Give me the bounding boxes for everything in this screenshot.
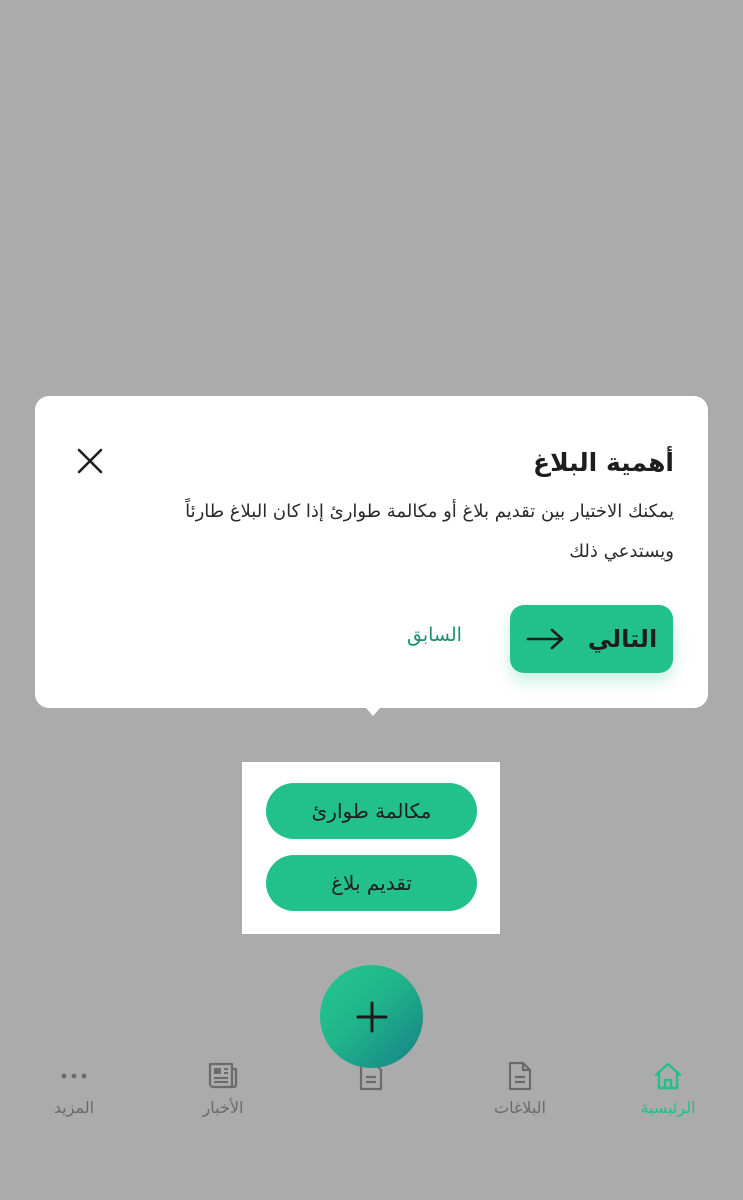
nav-item-reports[interactable]: البلاغات <box>465 1058 575 1117</box>
nav-label-more: المزيد <box>53 1098 95 1117</box>
plus-icon <box>356 1001 387 1032</box>
nav-item-more[interactable]: المزيد <box>19 1058 129 1117</box>
previous-link[interactable]: السابق <box>407 624 462 646</box>
close-button[interactable] <box>75 446 105 476</box>
nav-item-home[interactable]: الرئيسية <box>613 1058 723 1117</box>
tooltip-title: أهمية البلاغ <box>533 448 674 477</box>
add-fab-button[interactable] <box>320 965 423 1068</box>
nav-label-news: الأخبار <box>202 1098 244 1117</box>
news-icon <box>208 1062 238 1089</box>
emergency-call-button[interactable]: مكالمة طوارئ <box>266 783 477 839</box>
arrow-right-icon <box>526 628 564 650</box>
close-icon <box>77 448 103 474</box>
home-icon <box>654 1062 682 1090</box>
submit-report-button[interactable]: تقديم بلاغ <box>266 855 477 911</box>
tooltip-pointer <box>359 700 387 716</box>
next-button-label: التالي <box>587 625 658 653</box>
highlighted-actions: مكالمة طوارئ تقديم بلاغ <box>242 762 500 934</box>
tooltip-body: يمكنك الاختيار بين تقديم بلاغ أو مكالمة … <box>185 501 674 562</box>
nav-label-home: الرئيسية <box>640 1098 696 1117</box>
document-icon <box>508 1061 532 1091</box>
more-dots-icon <box>61 1073 87 1079</box>
nav-item-news[interactable]: الأخبار <box>168 1058 278 1117</box>
nav-label-reports: البلاغات <box>494 1098 546 1117</box>
next-button[interactable]: التالي <box>510 605 673 673</box>
onboarding-tooltip: أهمية البلاغ يمكنك الاختيار بين تقديم بل… <box>35 396 708 708</box>
